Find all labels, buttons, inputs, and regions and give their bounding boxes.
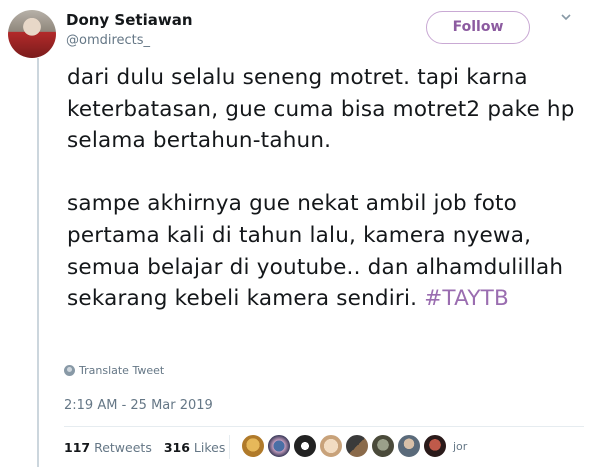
retweets-count: 117 <box>64 440 91 455</box>
liker-avatar[interactable] <box>293 434 317 458</box>
hashtag-link[interactable]: #TAYTB <box>424 286 509 311</box>
thread-line <box>37 58 39 467</box>
likes-count: 316 <box>163 440 190 455</box>
liker-avatar[interactable] <box>267 434 291 458</box>
liker-avatar[interactable] <box>345 434 369 458</box>
liker-avatar[interactable] <box>371 434 395 458</box>
timestamp[interactable]: 2:19 AM - 25 Mar 2019 <box>64 398 213 413</box>
follow-button[interactable]: Follow <box>426 11 530 44</box>
liker-avatar[interactable] <box>397 434 421 458</box>
tweet-paragraph: dari dulu selalu seneng motret. tapi kar… <box>67 65 575 154</box>
avatar[interactable] <box>8 10 56 58</box>
likes-label: Likes <box>193 440 226 455</box>
translate-tweet-link[interactable]: Translate Tweet <box>64 364 164 377</box>
likes-stat[interactable]: 316 Likes <box>164 440 226 455</box>
globe-icon <box>64 365 75 376</box>
tweet-text: dari dulu selalu seneng motret. tapi kar… <box>67 62 582 315</box>
likers-more[interactable]: jor <box>453 440 467 453</box>
translate-label: Translate Tweet <box>79 364 165 377</box>
retweets-label: Retweets <box>94 440 152 455</box>
display-name[interactable]: Dony Setiawan <box>66 11 193 29</box>
liker-avatar[interactable] <box>423 434 447 458</box>
divider <box>64 426 584 427</box>
likers-avatars: jor <box>241 434 467 458</box>
tweet-stats: 117 Retweets 316 Likes <box>64 440 225 455</box>
liker-avatar[interactable] <box>241 434 265 458</box>
chevron-down-icon[interactable] <box>561 12 571 22</box>
user-handle[interactable]: @omdirects_ <box>66 33 150 48</box>
divider <box>229 435 230 459</box>
retweets-stat[interactable]: 117 Retweets <box>64 440 152 455</box>
tweet-paragraph: sampe akhirnya gue nekat ambil job foto … <box>67 188 582 314</box>
liker-avatar[interactable] <box>319 434 343 458</box>
